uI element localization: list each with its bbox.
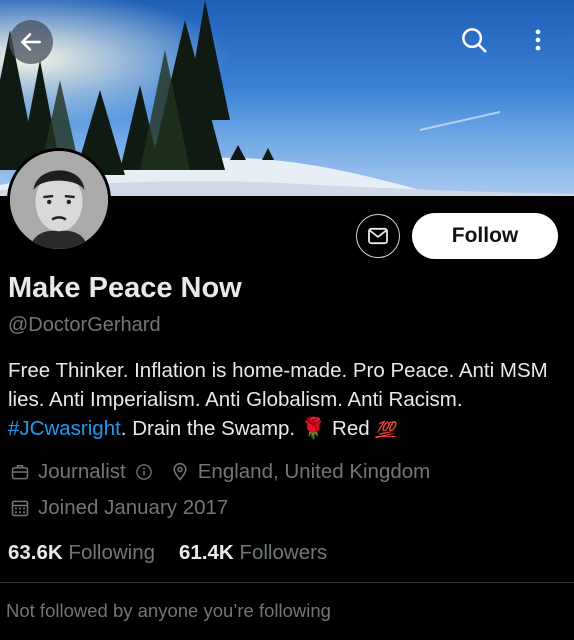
follow-button[interactable]: Follow: [412, 213, 558, 259]
profession-label: Journalist: [38, 460, 126, 483]
followers-label: Followers: [239, 541, 328, 564]
followers-link[interactable]: 61.4K Followers: [179, 541, 327, 565]
briefcase-icon: [8, 460, 32, 484]
bio-text: Red: [326, 417, 376, 440]
bio-text: Free Thinker. Inflation is home-made. Pr…: [8, 359, 548, 411]
hundred-emoji: 💯: [375, 422, 396, 439]
not-followed-notice: Not followed by anyone you’re following: [6, 600, 331, 621]
profile-bio: Free Thinker. Inflation is home-made. Pr…: [8, 356, 568, 445]
divider: [0, 582, 574, 583]
joined-date: Joined January 2017: [38, 496, 229, 519]
followers-count: 61.4K: [179, 541, 234, 564]
search-button[interactable]: [452, 18, 496, 62]
info-icon[interactable]: [132, 460, 156, 484]
avatar-image: [10, 151, 108, 249]
search-icon: [462, 28, 487, 53]
mail-icon: [368, 227, 388, 245]
following-label: Following: [68, 541, 156, 564]
profile-meta: Joined January 2017: [8, 496, 228, 520]
hashtag-link[interactable]: #JCwasright: [8, 417, 121, 440]
following-link[interactable]: 63.6K Following: [8, 541, 155, 565]
display-name: Make Peace Now: [8, 272, 242, 304]
more-button[interactable]: [516, 18, 560, 62]
message-button[interactable]: [356, 214, 400, 258]
user-handle: @DoctorGerhard: [8, 314, 161, 336]
bio-text: . Drain the Swamp.: [120, 417, 301, 440]
location-icon: [168, 460, 192, 484]
arrow-left-icon: [21, 33, 41, 51]
rose-emoji: 🌹: [300, 417, 327, 440]
more-vertical-icon: [535, 29, 541, 51]
location-label: England, United Kingdom: [197, 460, 431, 483]
following-count: 63.6K: [8, 541, 63, 564]
avatar[interactable]: [7, 148, 111, 252]
calendar-icon: [8, 496, 32, 520]
follow-stats: 63.6K Following 61.4K Followers: [8, 541, 351, 565]
profile-meta: Journalist England, United Kingdom: [8, 460, 430, 484]
back-button[interactable]: [9, 20, 53, 64]
